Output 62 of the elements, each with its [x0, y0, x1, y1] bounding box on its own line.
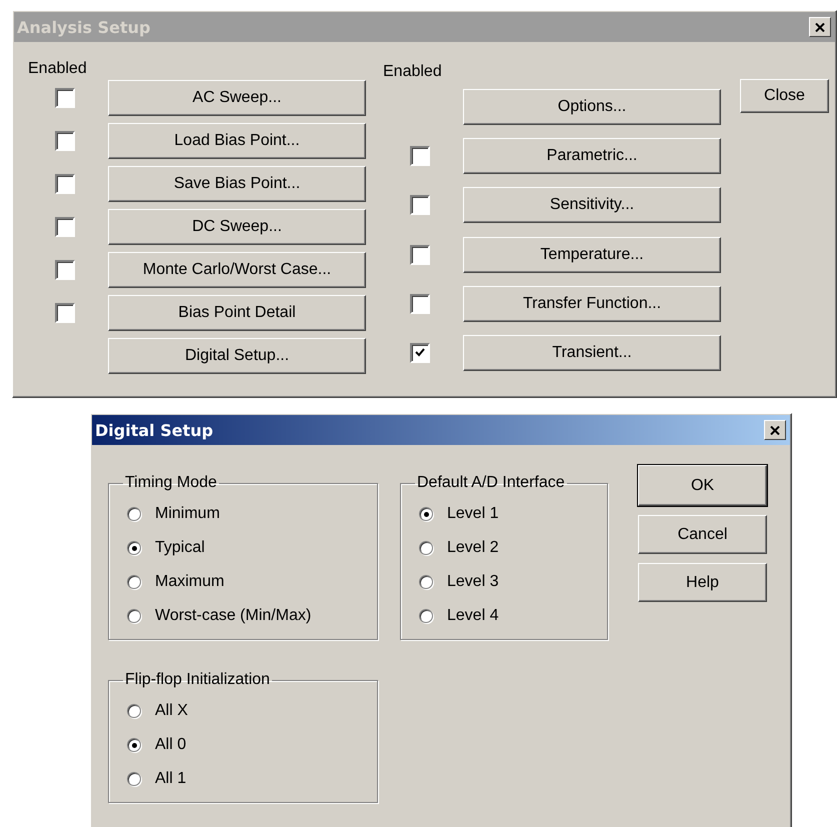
enabled-checkbox[interactable]: [55, 131, 75, 151]
radio-label: All 1: [155, 770, 186, 788]
enabled-checkbox[interactable]: [55, 174, 75, 194]
radio-button[interactable]: [127, 704, 141, 718]
close-icon: [770, 426, 780, 434]
window-title: Digital Setup: [95, 420, 214, 440]
radio-button[interactable]: [127, 541, 141, 555]
enabled-checkbox[interactable]: [410, 294, 430, 314]
dialog-button[interactable]: OK: [638, 465, 767, 506]
enabled-checkbox[interactable]: [410, 195, 430, 216]
enabled-checkbox[interactable]: [55, 217, 75, 237]
analysis-button[interactable]: Digital Setup...: [108, 338, 366, 374]
dialog-button[interactable]: Cancel: [638, 515, 767, 554]
analysis-button[interactable]: Transfer Function...: [463, 286, 721, 322]
analysis-button[interactable]: Temperature...: [463, 236, 721, 273]
enabled-checkbox[interactable]: [410, 342, 430, 363]
enabled-checkbox[interactable]: [55, 260, 75, 280]
radio-label: Level 3: [447, 573, 499, 591]
close-icon: [815, 22, 825, 32]
radio-button[interactable]: [419, 609, 433, 623]
analysis-button[interactable]: Sensitivity...: [463, 187, 721, 224]
radio-label: Worst-case (Min/Max): [155, 607, 312, 625]
analysis-button[interactable]: Options...: [463, 89, 721, 126]
close-button[interactable]: [809, 17, 831, 37]
radio-button[interactable]: [127, 772, 141, 786]
radio-button[interactable]: [419, 507, 433, 521]
enabled-checkbox[interactable]: [55, 88, 75, 108]
enabled-checkbox[interactable]: [55, 303, 75, 323]
radio-label: All X: [155, 702, 188, 720]
radio-label: Minimum: [155, 505, 220, 523]
analysis-button[interactable]: Transient...: [463, 334, 721, 371]
radio-label: Typical: [155, 539, 205, 557]
window-title: Analysis Setup: [17, 18, 150, 36]
column-header: Enabled: [383, 62, 442, 82]
analysis-button[interactable]: Monte Carlo/Worst Case...: [108, 252, 366, 288]
column-header: Enabled: [28, 59, 87, 79]
analysis-button[interactable]: Save Bias Point...: [108, 166, 366, 202]
radio-label: Level 4: [447, 607, 499, 625]
analysis-button[interactable]: Bias Point Detail: [108, 295, 366, 331]
radio-label: Level 1: [447, 505, 499, 523]
group-title: Flip-flop Initialization: [124, 670, 271, 690]
close-button[interactable]: [764, 420, 786, 440]
radio-button[interactable]: [419, 541, 433, 555]
radio-button[interactable]: [127, 575, 141, 589]
group-title: Timing Mode: [124, 473, 218, 493]
analysis-button[interactable]: Parametric...: [463, 138, 721, 174]
analysis-button[interactable]: DC Sweep...: [108, 209, 366, 245]
analysis-button[interactable]: AC Sweep...: [108, 80, 366, 116]
enabled-checkbox[interactable]: [410, 146, 430, 166]
radio-label: Level 2: [447, 539, 499, 557]
group-title: Default A/D Interface: [416, 473, 566, 493]
close-button[interactable]: Close: [740, 79, 829, 113]
radio-label: Maximum: [155, 573, 224, 591]
radio-button[interactable]: [127, 609, 141, 623]
radio-label: All 0: [155, 736, 186, 754]
analysis-button[interactable]: Load Bias Point...: [108, 123, 366, 159]
radio-button[interactable]: [419, 575, 433, 589]
radio-button[interactable]: [127, 738, 141, 752]
radio-button[interactable]: [127, 507, 141, 521]
enabled-checkbox[interactable]: [410, 244, 430, 265]
dialog-button[interactable]: Help: [638, 563, 767, 602]
checkmark-icon: [415, 348, 425, 358]
